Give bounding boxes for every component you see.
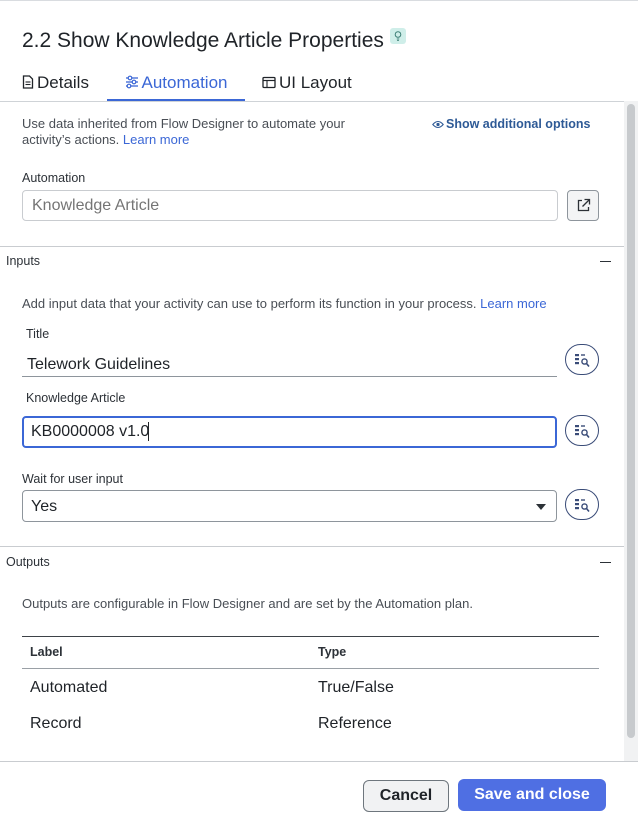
knowledge-article-input[interactable] xyxy=(22,416,557,448)
caret-down-icon xyxy=(536,504,546,510)
title-data-pill-button[interactable] xyxy=(565,344,599,375)
outputs-help-text: Outputs are configurable in Flow Designe… xyxy=(22,596,473,611)
tab-ui-layout-label: UI Layout xyxy=(279,73,352,92)
table-row-label: Automated xyxy=(30,679,108,696)
wait-for-input-data-pill-button[interactable] xyxy=(565,489,599,520)
minus-icon xyxy=(600,261,611,262)
data-pill-picker-icon xyxy=(575,425,590,439)
automation-learn-more-link[interactable]: Learn more xyxy=(123,132,189,147)
wait-for-input-value: Yes xyxy=(31,498,58,515)
outputs-section-title: Outputs xyxy=(6,555,50,569)
sliders-icon xyxy=(125,75,138,89)
page-title: 2.2 Show Knowledge Article Properties xyxy=(22,28,406,53)
tab-automation-label: Automation xyxy=(141,73,228,92)
inputs-collapse-button[interactable] xyxy=(599,257,613,267)
top-divider xyxy=(0,0,638,1)
outputs-col-type-header: Type xyxy=(318,645,347,659)
tab-details-label: Details xyxy=(37,73,89,92)
knowledge-article-field-label: Knowledge Article xyxy=(26,391,126,405)
tab-automation[interactable]: Automation xyxy=(107,66,245,101)
inputs-learn-more-link[interactable]: Learn more xyxy=(480,296,546,311)
inputs-divider xyxy=(0,246,624,247)
automation-help-line-1: Use data inherited from Flow Designer to… xyxy=(22,116,345,131)
external-link-icon xyxy=(577,198,591,212)
automation-help-line-2: activity’s actions. xyxy=(22,132,120,147)
outputs-table-header-border xyxy=(22,668,599,669)
cancel-button[interactable]: Cancel xyxy=(363,780,449,812)
automation-field-label: Automation xyxy=(22,171,86,185)
show-options-label: Show additional options xyxy=(446,117,591,131)
minus-icon xyxy=(600,562,611,563)
outputs-collapse-button[interactable] xyxy=(599,558,613,568)
inputs-help-line: Add input data that your activity can us… xyxy=(22,296,477,311)
tab-ui-layout[interactable]: UI Layout xyxy=(262,66,352,100)
table-row-type: Reference xyxy=(318,715,392,732)
tab-bar: Details Automation UI Layout xyxy=(0,66,624,102)
title-field-label: Title xyxy=(26,327,50,341)
data-pill-picker-icon xyxy=(575,354,590,368)
table-row-type: True/False xyxy=(318,679,394,696)
knowledge-article-data-pill-button[interactable] xyxy=(565,415,599,446)
document-icon xyxy=(22,75,34,89)
outputs-col-label-header: Label xyxy=(30,645,63,659)
save-and-close-button[interactable]: Save and close xyxy=(458,779,606,811)
inputs-help-text: Add input data that your activity can us… xyxy=(22,296,547,312)
inputs-section-title: Inputs xyxy=(6,254,41,268)
wait-for-input-field-label: Wait for user input xyxy=(22,472,123,486)
data-pill-picker-icon xyxy=(575,499,590,513)
open-record-button[interactable] xyxy=(567,190,599,221)
tab-details[interactable]: Details xyxy=(22,66,89,100)
table-row-label: Record xyxy=(30,715,82,732)
footer-divider xyxy=(0,761,638,762)
wait-for-input-select[interactable]: Yes xyxy=(22,490,557,522)
text-caret xyxy=(148,422,149,441)
lightbulb-icon xyxy=(389,28,406,44)
layout-window-icon xyxy=(262,76,276,89)
outputs-table-top-border xyxy=(22,636,599,637)
eye-icon xyxy=(432,120,444,129)
show-additional-options-link[interactable]: Show additional options xyxy=(432,117,590,131)
scrollbar-thumb[interactable] xyxy=(627,104,635,738)
automation-help-text: Use data inherited from Flow Designer to… xyxy=(22,116,412,148)
page-title-text: 2.2 Show Knowledge Article Properties xyxy=(22,29,384,52)
outputs-divider xyxy=(0,546,624,547)
automation-input[interactable] xyxy=(22,190,558,221)
title-input[interactable] xyxy=(22,350,557,377)
